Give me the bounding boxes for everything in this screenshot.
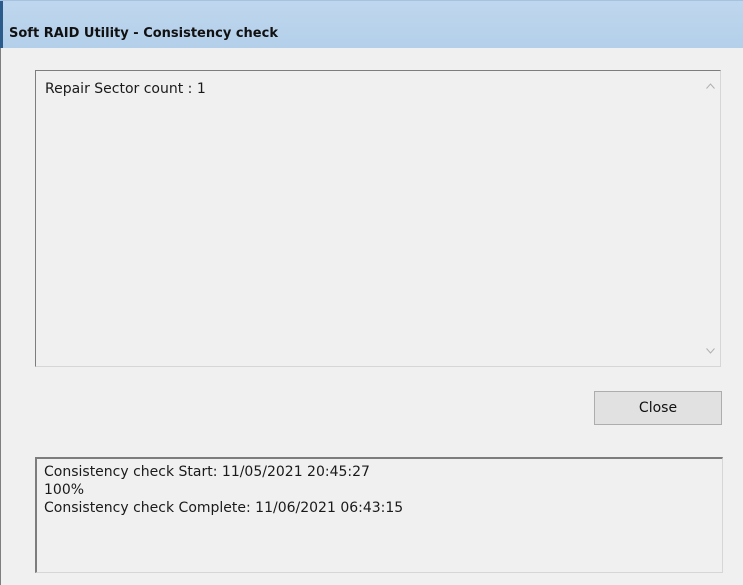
title-bar-accent	[0, 1, 3, 49]
repair-log-textbox[interactable]: Repair Sector count : 1	[35, 70, 721, 367]
repair-sector-count-text: Repair Sector count : 1	[45, 81, 206, 97]
consistency-check-window: Soft RAID Utility - Consistency check Re…	[0, 0, 743, 585]
window-border	[0, 48, 1, 585]
log-scrollbar[interactable]	[701, 71, 720, 366]
window-title: Soft RAID Utility - Consistency check	[9, 26, 278, 41]
status-progress-line: 100%	[44, 482, 85, 498]
status-complete-line: Consistency check Complete: 11/06/2021 0…	[44, 500, 404, 516]
chevron-down-icon[interactable]	[701, 342, 720, 360]
close-button[interactable]: Close	[594, 391, 722, 425]
chevron-up-icon[interactable]	[701, 77, 720, 95]
title-bar[interactable]: Soft RAID Utility - Consistency check	[0, 0, 743, 49]
status-textbox[interactable]: Consistency check Start: 11/05/2021 20:4…	[35, 457, 723, 573]
status-start-line: Consistency check Start: 11/05/2021 20:4…	[44, 464, 370, 480]
